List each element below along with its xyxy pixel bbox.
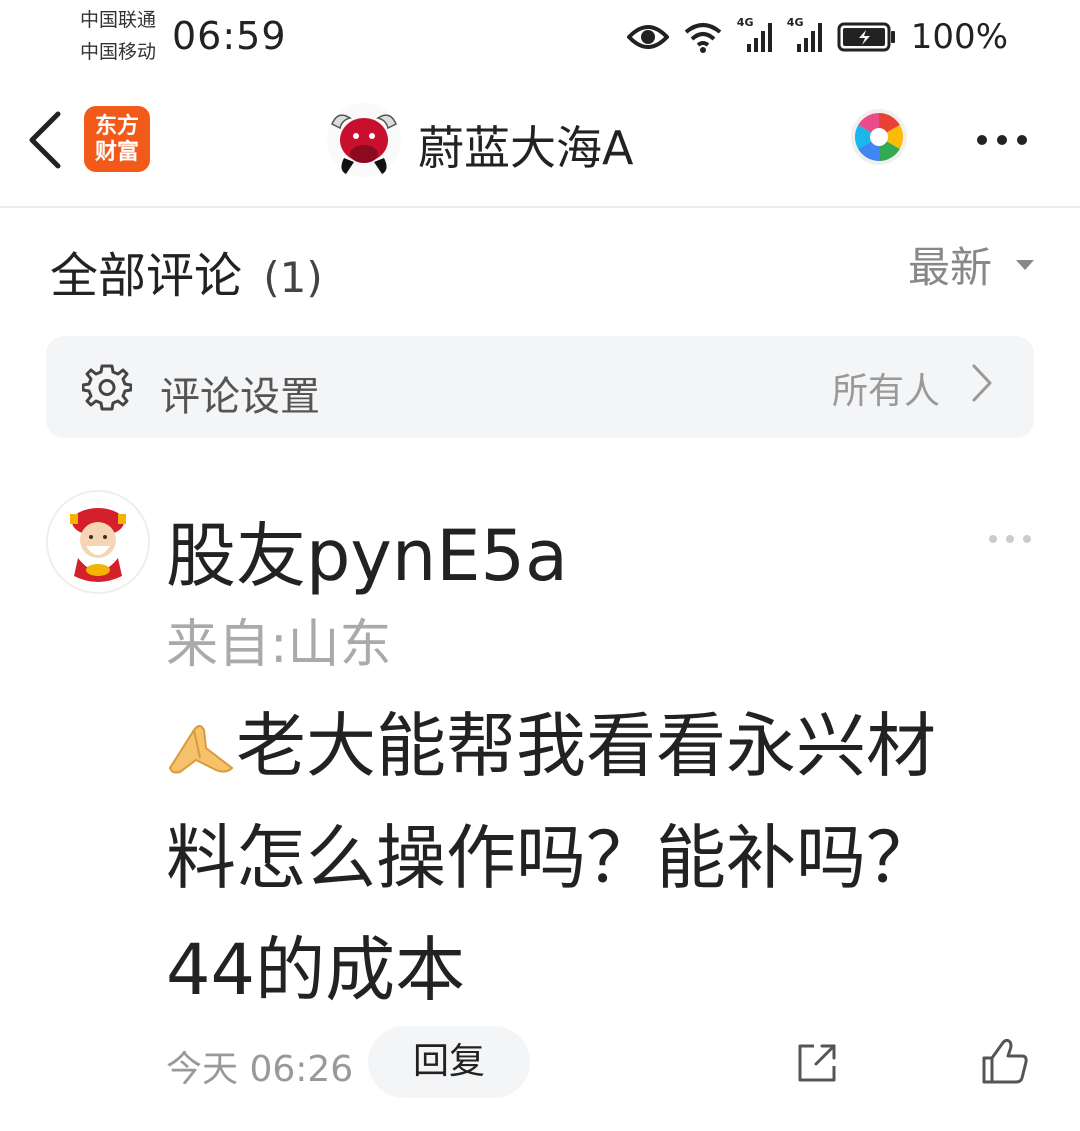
comment-username[interactable]: 股友pynE5a	[166, 500, 568, 601]
fortune-god-avatar-icon	[70, 508, 126, 582]
comment-location: 来自:山东	[166, 615, 392, 675]
sort-dropdown[interactable]: 最新	[908, 234, 1036, 295]
signal-2: 4G	[787, 16, 823, 54]
settings-label: 评论设置	[160, 374, 320, 420]
comment-more-icon[interactable]	[986, 532, 1034, 546]
status-time: 06:59	[172, 14, 287, 58]
gear-icon	[82, 364, 132, 411]
comment-text: 老大能帮我看看永兴材料怎么操作吗？能补吗？44的成本	[166, 705, 936, 1011]
pray-hands-emoji-icon	[168, 725, 234, 774]
bull-avatar[interactable]	[324, 102, 404, 178]
app-logo-line2: 财富	[94, 139, 139, 165]
comment-count: (1)	[263, 253, 323, 302]
dropdown-triangle-icon	[1016, 259, 1035, 270]
nav-title: 蔚蓝大海A	[418, 121, 634, 175]
all-comments-heading: 全部评论 (1)	[50, 236, 323, 306]
back-icon[interactable]	[22, 110, 72, 170]
eye-icon	[626, 25, 669, 49]
status-icons: 4G 4G 100%	[626, 12, 1008, 62]
app-logo[interactable]: 东方 财富	[84, 106, 150, 172]
signal-bars-icon	[796, 23, 822, 52]
share-icon[interactable]	[794, 1040, 840, 1086]
all-comments-title: 全部评论	[50, 248, 243, 304]
wifi-icon	[684, 23, 722, 53]
thumbs-up-icon[interactable]	[980, 1036, 1030, 1086]
avatar[interactable]	[46, 490, 150, 594]
carrier-2: 中国移动	[80, 41, 157, 63]
battery-percent: 100%	[910, 17, 1008, 57]
comment-time: 今天 06:26	[166, 1049, 354, 1090]
sort-label: 最新	[908, 243, 993, 292]
reply-button[interactable]: 回复	[368, 1026, 530, 1098]
color-wheel-icon[interactable]	[850, 108, 908, 166]
chevron-right-icon	[972, 364, 992, 402]
more-icon[interactable]	[972, 126, 1032, 154]
battery-icon	[837, 22, 895, 52]
app-logo-line1: 东方	[94, 113, 139, 139]
signal-1: 4G	[737, 16, 773, 54]
settings-value: 所有人	[832, 371, 941, 412]
signal-bars-icon	[746, 23, 772, 52]
comment-body: 老大能帮我看看永兴材料怎么操作吗？能补吗？44的成本	[166, 690, 996, 1026]
carrier-1: 中国联通	[80, 9, 157, 31]
